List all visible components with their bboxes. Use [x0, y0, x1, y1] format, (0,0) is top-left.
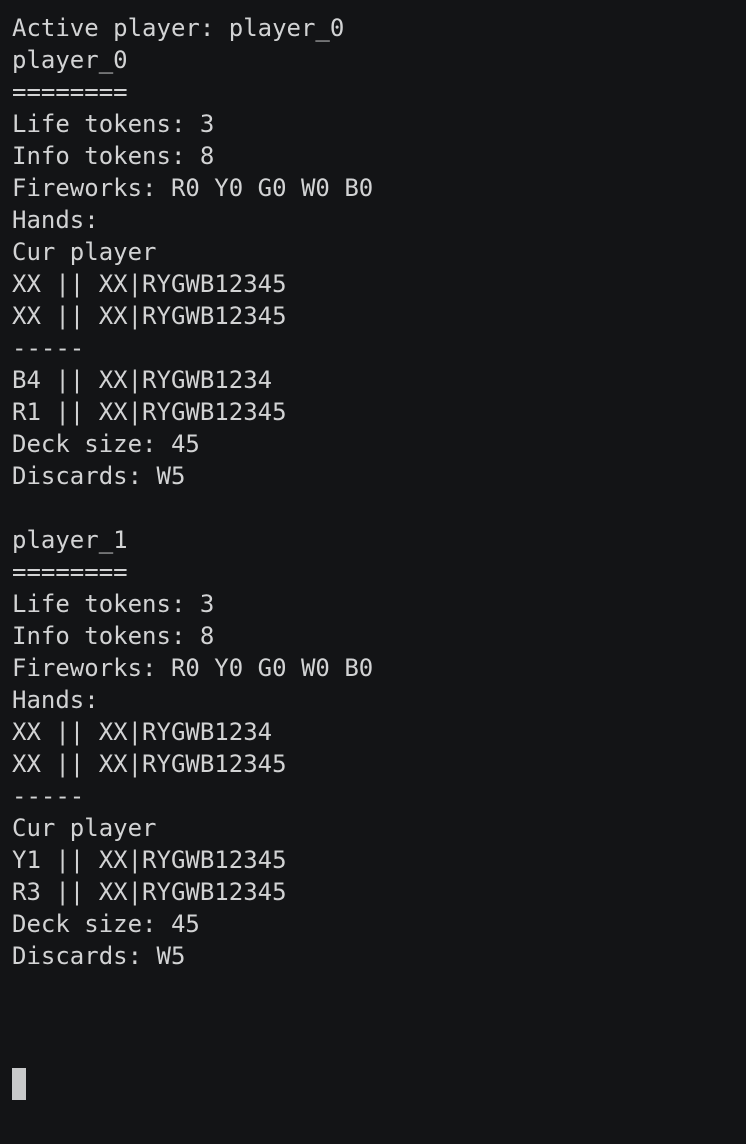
player-0-hands-label: Hands: — [12, 206, 99, 234]
player-0-cur-player-label: Cur player — [12, 238, 157, 266]
player-1-name: player_1 — [12, 526, 128, 554]
player-1-other-hand-card-2: R3 || XX|RYGWB12345 — [12, 878, 287, 906]
player-1-deck-size: Deck size: 45 — [12, 910, 200, 938]
player-0-hand-divider: ----- — [12, 334, 85, 362]
player-0-fireworks: Fireworks: R0 Y0 G0 W0 B0 — [12, 174, 374, 202]
text-cursor[interactable] — [12, 1068, 26, 1100]
player-1-fireworks: Fireworks: R0 Y0 G0 W0 B0 — [12, 654, 374, 682]
player-1-hand-card-2: XX || XX|RYGWB12345 — [12, 750, 287, 778]
player-1-hand-card-1: XX || XX|RYGWB1234 — [12, 718, 273, 746]
player-0-info-tokens: Info tokens: 8 — [12, 142, 215, 170]
player-1-hands-label: Hands: — [12, 686, 99, 714]
player-1-cur-player-label: Cur player — [12, 814, 157, 842]
active-player-line: Active player: player_0 — [12, 14, 345, 42]
player-0-other-hand-card-2: R1 || XX|RYGWB12345 — [12, 398, 287, 426]
terminal-output: Active player: player_0 player_0 =======… — [12, 12, 734, 972]
player-1-discards: Discards: W5 — [12, 942, 186, 970]
player-1-separator: ======== — [12, 558, 128, 586]
player-0-other-hand-card-1: B4 || XX|RYGWB1234 — [12, 366, 273, 394]
player-1-life-tokens: Life tokens: 3 — [12, 590, 215, 618]
player-0-discards: Discards: W5 — [12, 462, 186, 490]
player-1-hand-divider: ----- — [12, 782, 85, 810]
player-0-separator: ======== — [12, 78, 128, 106]
player-0-deck-size: Deck size: 45 — [12, 430, 200, 458]
player-0-name: player_0 — [12, 46, 128, 74]
player-1-other-hand-card-1: Y1 || XX|RYGWB12345 — [12, 846, 287, 874]
player-0-hand-card-2: XX || XX|RYGWB12345 — [12, 302, 287, 330]
player-0-life-tokens: Life tokens: 3 — [12, 110, 215, 138]
player-1-info-tokens: Info tokens: 8 — [12, 622, 215, 650]
player-0-hand-card-1: XX || XX|RYGWB12345 — [12, 270, 287, 298]
